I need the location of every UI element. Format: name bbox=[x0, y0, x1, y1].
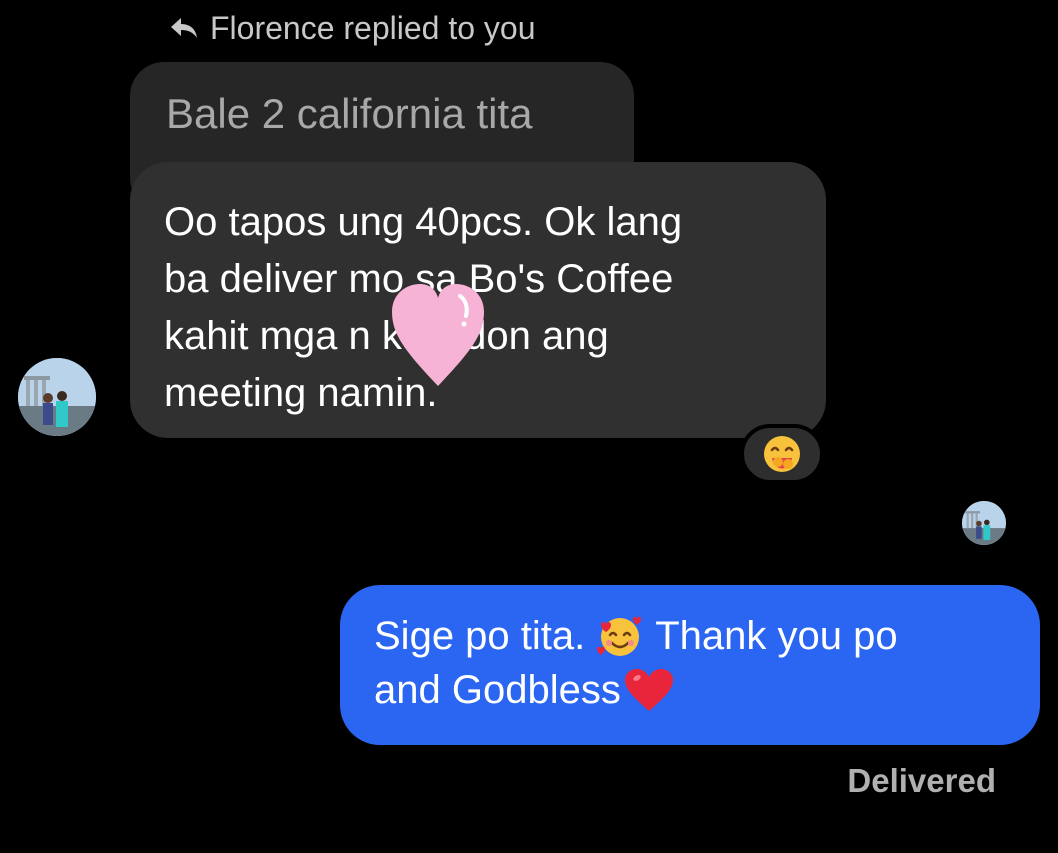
read-receipt-avatar bbox=[962, 501, 1006, 545]
pink-heart-sticker-icon bbox=[392, 284, 484, 386]
message-line: Oo tapos ung 40pcs. Ok lang bbox=[164, 200, 683, 244]
avatar-photo bbox=[18, 358, 96, 436]
quoted-message-text: Bale 2 california tita bbox=[166, 90, 533, 137]
sent-text-part: Thank you po bbox=[655, 614, 898, 658]
message-reaction[interactable] bbox=[740, 424, 824, 484]
sent-message-line-2: and Godbless bbox=[374, 663, 1006, 717]
sent-message-bubble[interactable]: Sige po tita. Thank you po and Godbless bbox=[340, 585, 1040, 745]
contact-avatar[interactable] bbox=[18, 358, 96, 436]
reply-header-text: Florence replied to you bbox=[210, 9, 536, 46]
reply-arrow-icon bbox=[171, 18, 197, 38]
sent-message-line-1: Sige po tita. Thank you po bbox=[374, 609, 1006, 663]
smiling-face-with-hearts-icon bbox=[597, 616, 642, 656]
avatar-photo bbox=[962, 501, 1006, 545]
sent-text-part: and Godbless bbox=[374, 668, 621, 712]
red-heart-icon bbox=[624, 669, 673, 711]
hugging-face-emoji-icon bbox=[764, 436, 800, 472]
reply-header: Florence replied to you bbox=[170, 8, 536, 48]
delivery-status: Delivered bbox=[847, 762, 996, 799]
chat-thread: Florence replied to you Bale 2 californi… bbox=[0, 0, 1058, 853]
sent-text-part: Sige po tita. bbox=[374, 614, 586, 658]
